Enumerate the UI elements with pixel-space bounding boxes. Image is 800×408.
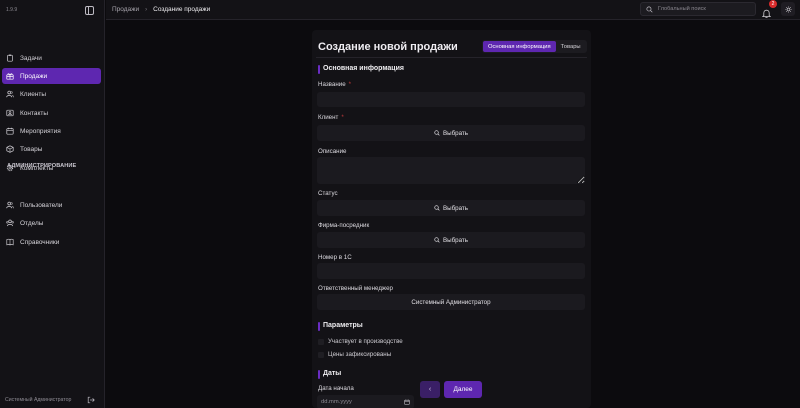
- sidebar-item-contacts[interactable]: Контакты: [2, 105, 101, 121]
- intermediary-select-label: Выбрать: [443, 236, 468, 244]
- sidebar-item-users[interactable]: Пользователи: [2, 197, 101, 213]
- status-label: Статус: [318, 190, 338, 197]
- notifications-badge: 2: [769, 0, 777, 8]
- sidebar-item-sales[interactable]: Продажи: [2, 68, 101, 84]
- users-icon: [6, 90, 14, 98]
- param-prices-fixed-row[interactable]: Цены зафиксированы: [318, 351, 391, 358]
- tab-products[interactable]: Товары: [556, 41, 586, 52]
- client-select-label: Выбрать: [443, 129, 468, 137]
- search-input[interactable]: [658, 6, 753, 12]
- required-marker: *: [348, 81, 352, 88]
- start-date-placeholder: dd.mm.yyyy: [321, 399, 352, 405]
- prices-fixed-checkbox[interactable]: [318, 351, 324, 358]
- client-select-button[interactable]: Выбрать: [317, 125, 585, 141]
- sidebar-footer: Системный Администратор: [5, 391, 95, 408]
- description-textarea[interactable]: [317, 157, 585, 184]
- calendar-icon: [6, 127, 14, 135]
- name-label: Название *: [318, 81, 351, 88]
- back-button[interactable]: ‹: [420, 381, 440, 398]
- description-field[interactable]: [317, 157, 585, 184]
- clipboard-icon: [6, 54, 14, 62]
- description-label: Описание: [318, 148, 347, 155]
- status-select-button[interactable]: Выбрать: [317, 200, 585, 216]
- status-select-label: Выбрать: [443, 204, 468, 212]
- client-label-text: Клиент: [318, 114, 339, 121]
- chevron-right-icon: ›: [145, 6, 148, 13]
- sidebar-item-products[interactable]: Товары: [2, 141, 101, 157]
- book-icon: [6, 238, 14, 246]
- sidebar-item-label: Контакты: [20, 109, 49, 117]
- required-marker: *: [341, 114, 344, 121]
- sidebar-toggle-icon[interactable]: [85, 5, 94, 15]
- sidebar-item-label: Пользователи: [20, 201, 63, 209]
- next-button[interactable]: Далее: [444, 381, 482, 398]
- production-checkbox-label: Участвует в производстве: [328, 338, 403, 345]
- number-1c-label: Номер в 1С: [318, 254, 352, 261]
- users-group-icon: [6, 219, 14, 227]
- section-main-info-heading: Основная информация: [318, 65, 404, 74]
- contact-card-icon: [6, 109, 14, 117]
- manager-label: Ответственный менеджер: [318, 285, 393, 292]
- breadcrumb: Продажи › Создание продажи: [112, 6, 210, 13]
- sidebar-item-label: Товары: [20, 145, 43, 153]
- sidebar-header: 1.9.9: [0, 0, 104, 20]
- sidebar-item-events[interactable]: Мероприятия: [2, 123, 101, 139]
- section-params-heading: Параметры: [318, 322, 363, 331]
- sidebar-item-label: Продажи: [20, 72, 48, 80]
- search-icon: [434, 130, 440, 136]
- sidebar-item-label: Мероприятия: [20, 127, 61, 135]
- breadcrumb-current: Создание продажи: [153, 6, 211, 13]
- sidebar-item-label: Задачи: [20, 54, 42, 62]
- name-field[interactable]: [317, 92, 585, 108]
- sidebar-item-references[interactable]: Справочники: [2, 234, 101, 250]
- number-1c-field[interactable]: [317, 263, 585, 280]
- global-search[interactable]: [640, 2, 756, 16]
- search-icon: [434, 205, 440, 211]
- tab-main-info[interactable]: Основная информация: [483, 41, 556, 52]
- start-date-label: Дата начала: [318, 385, 354, 392]
- sidebar-item-tasks[interactable]: Задачи: [2, 50, 101, 66]
- divider: [316, 57, 587, 58]
- client-label: Клиент *: [318, 114, 344, 121]
- intermediary-select-button[interactable]: Выбрать: [317, 232, 585, 248]
- section-dates-heading: Даты: [318, 370, 341, 379]
- prices-fixed-checkbox-label: Цены зафиксированы: [328, 351, 392, 358]
- name-label-text: Название: [318, 81, 346, 88]
- current-user-name: Системный Администратор: [5, 397, 72, 403]
- settings-button[interactable]: [781, 2, 795, 16]
- intermediary-label: Фирма-посредник: [318, 222, 370, 229]
- calendar-icon[interactable]: [404, 399, 410, 405]
- sidebar-item-label: Справочники: [20, 238, 60, 246]
- breadcrumb-link-sales[interactable]: Продажи: [112, 6, 139, 13]
- number-1c-input[interactable]: [317, 263, 585, 280]
- users-icon: [6, 201, 14, 209]
- admin-section-label: АДМИНИСТРИРОВАНИЕ: [7, 163, 77, 169]
- sale-form-card: Создание новой продажи Основная информац…: [312, 30, 591, 408]
- sidebar-item-departments[interactable]: Отделы: [2, 215, 101, 231]
- sidebar-item-clients[interactable]: Клиенты: [2, 86, 101, 102]
- topbar: Продажи › Создание продажи 2: [106, 0, 800, 20]
- search-icon: [434, 237, 440, 243]
- page-title: Создание новой продажи: [318, 41, 458, 53]
- form-tabs: Основная информация Товары: [482, 40, 587, 53]
- box-icon: [6, 145, 14, 153]
- sidebar-item-label: Клиенты: [20, 90, 47, 98]
- manager-value: Системный Администратор: [411, 298, 491, 306]
- production-checkbox[interactable]: [318, 338, 324, 345]
- sun-icon: [784, 5, 792, 13]
- app-version: 1.9.9: [6, 7, 18, 13]
- param-production-row[interactable]: Участвует в производстве: [318, 338, 403, 345]
- sidebar-item-label: Отделы: [20, 219, 44, 227]
- name-input[interactable]: [317, 93, 585, 108]
- logout-icon[interactable]: [87, 391, 95, 408]
- gift-icon: [6, 72, 14, 80]
- manager-select[interactable]: Системный Администратор: [317, 294, 585, 310]
- search-icon: [646, 5, 653, 13]
- start-date-field[interactable]: dd.mm.yyyy: [317, 395, 414, 408]
- sidebar: 1.9.9 Задачи Продажи Клиенты Контакты Ме…: [0, 0, 105, 408]
